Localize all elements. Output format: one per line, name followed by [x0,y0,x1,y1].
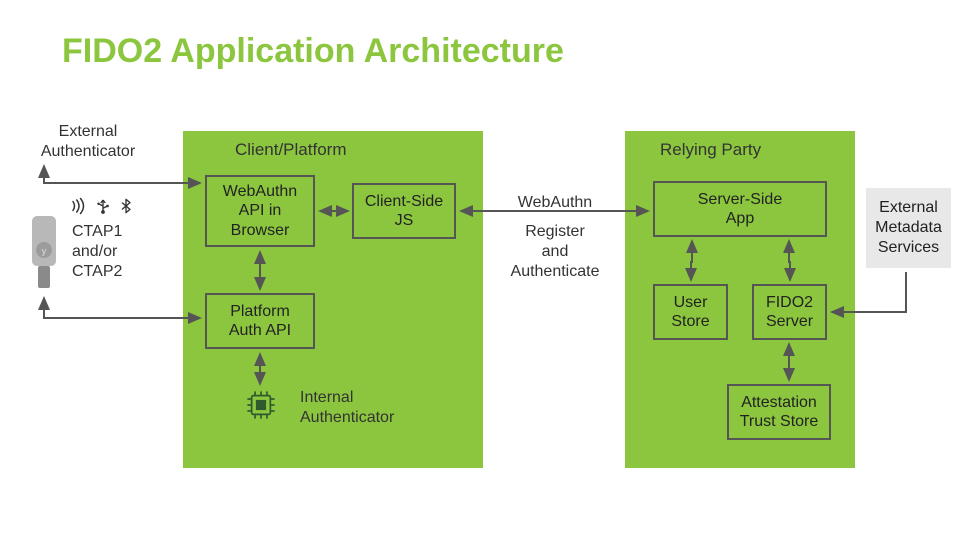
nfc-icon [70,197,88,220]
external-authenticator-label: External Authenticator [33,122,143,162]
client-side-js-box: Client-Side JS [352,183,456,239]
platform-auth-api-box: Platform Auth API [205,293,315,349]
fido2-server-box: FIDO2 Server [752,284,827,340]
client-platform-label: Client/Platform [235,140,346,160]
register-authenticate-label: Register and Authenticate [505,222,605,282]
external-metadata-services-box: External Metadata Services [866,188,951,268]
webauthn-api-box: WebAuthn API in Browser [205,175,315,247]
server-side-app-box: Server-Side App [653,181,827,237]
bluetooth-icon [118,197,134,220]
connection-icons [70,197,150,220]
attestation-trust-store-box: Attestation Trust Store [727,384,831,440]
hardware-key-icon: y [28,214,60,299]
user-store-box: User Store [653,284,728,340]
svg-text:y: y [42,246,47,256]
usb-icon [94,197,112,220]
internal-authenticator-label: Internal Authenticator [300,388,410,428]
chip-icon [244,388,278,427]
webauthn-label: WebAuthn [505,193,605,213]
page-title: FIDO2 Application Architecture [62,32,564,71]
relying-party-label: Relying Party [660,140,761,160]
ctap-label: CTAP1 and/or CTAP2 [72,222,147,282]
